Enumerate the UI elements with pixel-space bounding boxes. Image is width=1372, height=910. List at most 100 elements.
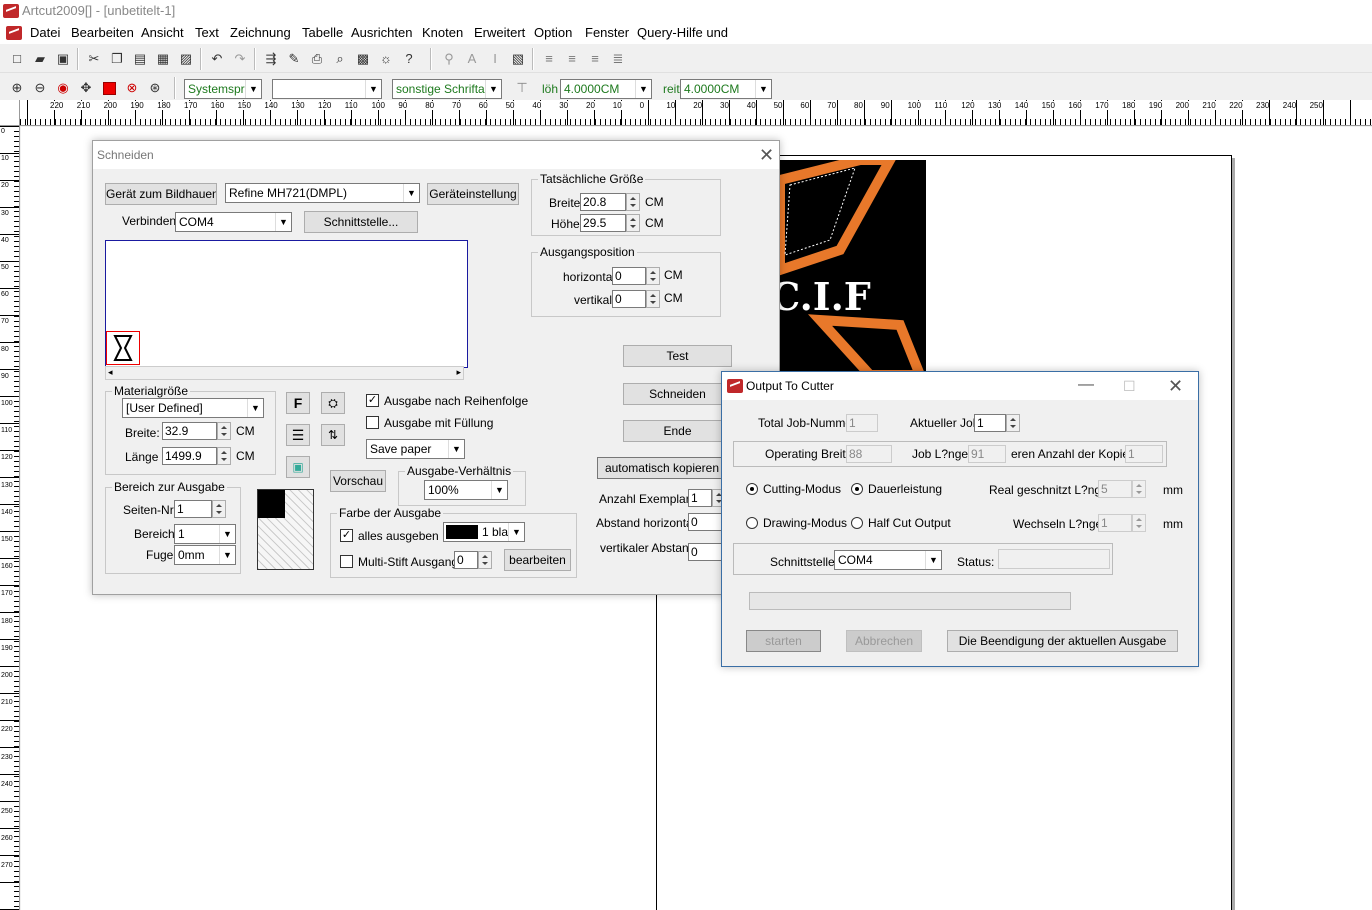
- cutter-interface-select[interactable]: COM4 ▼: [834, 550, 942, 570]
- align-right-icon[interactable]: ≡: [584, 48, 606, 70]
- end-button[interactable]: Ende: [623, 420, 732, 442]
- actual-height-input[interactable]: 29.5: [580, 214, 626, 232]
- cutting-mode-radio[interactable]: [746, 483, 758, 495]
- font-style-select[interactable]: sonstige Schrifta ▼: [392, 79, 502, 99]
- menu-tabelle[interactable]: Tabelle: [302, 25, 343, 40]
- menu-datei[interactable]: Datei: [30, 25, 60, 40]
- undo-icon[interactable]: ↶: [206, 48, 228, 70]
- align-left-icon[interactable]: ≡: [538, 48, 560, 70]
- print-icon[interactable]: ⎙: [306, 48, 328, 70]
- all-output-checkbox[interactable]: ✓: [340, 529, 353, 542]
- start-button[interactable]: starten: [746, 630, 821, 652]
- open-folder-icon[interactable]: ▰: [29, 48, 51, 70]
- height-select[interactable]: 4.0000CM ▼: [560, 79, 652, 99]
- menu-knoten[interactable]: Knoten: [422, 25, 463, 40]
- zoom-fit-icon[interactable]: ◉: [52, 77, 74, 99]
- fill-checkbox[interactable]: [366, 416, 379, 429]
- align-center-icon[interactable]: ≡: [561, 48, 583, 70]
- drawing-mode-radio[interactable]: [746, 517, 758, 529]
- font-language-select[interactable]: Systemspra ▼: [184, 79, 262, 99]
- text-edit-icon[interactable]: ▧: [507, 48, 529, 70]
- redo-icon[interactable]: ↷: [229, 48, 251, 70]
- zoom-select-icon[interactable]: ⊗: [121, 77, 143, 99]
- cut-plot-icon[interactable]: ▩: [352, 48, 374, 70]
- multi-pen-spinner[interactable]: [478, 551, 492, 569]
- copies-input[interactable]: 1: [688, 489, 712, 507]
- zoom-out-icon[interactable]: ⊖: [29, 77, 51, 99]
- origin-h-spinner[interactable]: [646, 267, 660, 285]
- lightbulb-icon[interactable]: ☼: [375, 48, 397, 70]
- multi-pen-input[interactable]: 0: [454, 551, 478, 569]
- device-select[interactable]: Refine MH721(DMPL) ▼: [225, 183, 420, 203]
- finish-output-button[interactable]: Die Beendigung der aktuellen Ausgabe: [947, 630, 1178, 652]
- pan-icon[interactable]: ✥: [75, 77, 97, 99]
- text-size-icon[interactable]: ⊤: [511, 77, 533, 99]
- continuous-radio[interactable]: [851, 483, 863, 495]
- cut-icon[interactable]: ✂: [83, 48, 105, 70]
- text-fit-icon[interactable]: ⚲: [438, 48, 460, 70]
- grid-icon[interactable]: ▦: [152, 48, 174, 70]
- ratio-select[interactable]: 100% ▼: [424, 480, 508, 500]
- test-button[interactable]: Test: [623, 345, 732, 367]
- origin-v-input[interactable]: 0: [612, 290, 646, 308]
- cut-button[interactable]: Schneiden: [623, 383, 732, 405]
- rotate-icon[interactable]: ⇅: [321, 424, 345, 446]
- font-name-select[interactable]: ▼: [272, 79, 382, 99]
- font-outline-icon[interactable]: F: [286, 392, 310, 414]
- width-select[interactable]: 4.0000CM ▼: [680, 79, 772, 99]
- range-select[interactable]: 1 ▼: [174, 524, 236, 544]
- device-button[interactable]: Gerät zum Bildhauen: [105, 183, 217, 205]
- color-select[interactable]: 1 blac ▼: [443, 522, 525, 542]
- list-icon[interactable]: ☰: [286, 424, 310, 446]
- page-number-input[interactable]: 1: [174, 500, 212, 518]
- order-checkbox[interactable]: ✓: [366, 394, 379, 407]
- current-job-spinner[interactable]: [1006, 414, 1020, 432]
- actual-height-spinner[interactable]: [626, 214, 640, 232]
- material-length-spinner[interactable]: [217, 447, 231, 465]
- artwork-image[interactable]: C.I.F: [780, 160, 926, 375]
- new-file-icon[interactable]: □: [6, 48, 28, 70]
- zoom-in-icon[interactable]: ⊕: [6, 77, 28, 99]
- edit-icon[interactable]: ✎: [283, 48, 305, 70]
- menu-query-hilfe[interactable]: Query-Hilfe und: [637, 25, 728, 40]
- save-paper-select[interactable]: Save paper ▼: [366, 439, 465, 459]
- scroll-right-icon[interactable]: ▸: [456, 367, 461, 378]
- image-icon[interactable]: ▣: [286, 456, 310, 478]
- cut-preview-area[interactable]: [105, 240, 468, 368]
- close-icon[interactable]: ✕: [1168, 377, 1183, 395]
- doc-icon[interactable]: [6, 26, 22, 40]
- save-icon[interactable]: ▣: [52, 48, 74, 70]
- text-a-icon[interactable]: A: [461, 48, 483, 70]
- paste-icon[interactable]: ▤: [129, 48, 151, 70]
- origin-v-spinner[interactable]: [646, 290, 660, 308]
- current-job-input[interactable]: 1: [974, 414, 1006, 432]
- close-icon[interactable]: ✕: [759, 146, 774, 164]
- mirror-icon[interactable]: ⛭: [321, 392, 345, 414]
- material-length-input[interactable]: 1499.9: [162, 447, 217, 465]
- menu-fenster[interactable]: Fenster: [585, 25, 629, 40]
- maximize-icon[interactable]: ☐: [1123, 377, 1136, 395]
- edit-button[interactable]: bearbeiten: [504, 549, 571, 571]
- print-preview-icon[interactable]: ⌕: [329, 48, 351, 70]
- half-cut-radio[interactable]: [851, 517, 863, 529]
- copy-icon[interactable]: ❐: [106, 48, 128, 70]
- preview-scrollbar[interactable]: ◂ ▸: [105, 366, 464, 380]
- device-settings-button[interactable]: Geräteinstellung: [427, 183, 519, 205]
- menu-erweitert[interactable]: Erweitert: [474, 25, 525, 40]
- actual-width-input[interactable]: 20.8: [580, 193, 626, 211]
- menu-zeichnung[interactable]: Zeichnung: [230, 25, 291, 40]
- interface-button[interactable]: Schnittstelle...: [304, 211, 418, 233]
- material-width-spinner[interactable]: [217, 422, 231, 440]
- italic-icon[interactable]: I: [484, 48, 506, 70]
- menu-ansicht[interactable]: Ansicht: [141, 25, 184, 40]
- auto-copy-button[interactable]: automatisch kopieren: [597, 457, 727, 479]
- menu-ausrichten[interactable]: Ausrichten: [351, 25, 412, 40]
- scroll-left-icon[interactable]: ◂: [108, 367, 113, 378]
- import-icon[interactable]: ⇶: [260, 48, 282, 70]
- preview-button[interactable]: Vorschau: [330, 470, 386, 492]
- color-fill-icon[interactable]: [98, 77, 120, 99]
- material-preset-select[interactable]: [User Defined] ▼: [122, 398, 264, 418]
- cancel-button[interactable]: Abbrechen: [846, 630, 922, 652]
- menu-bearbeiten[interactable]: Bearbeiten: [71, 25, 134, 40]
- gap-select[interactable]: 0mm ▼: [174, 545, 236, 565]
